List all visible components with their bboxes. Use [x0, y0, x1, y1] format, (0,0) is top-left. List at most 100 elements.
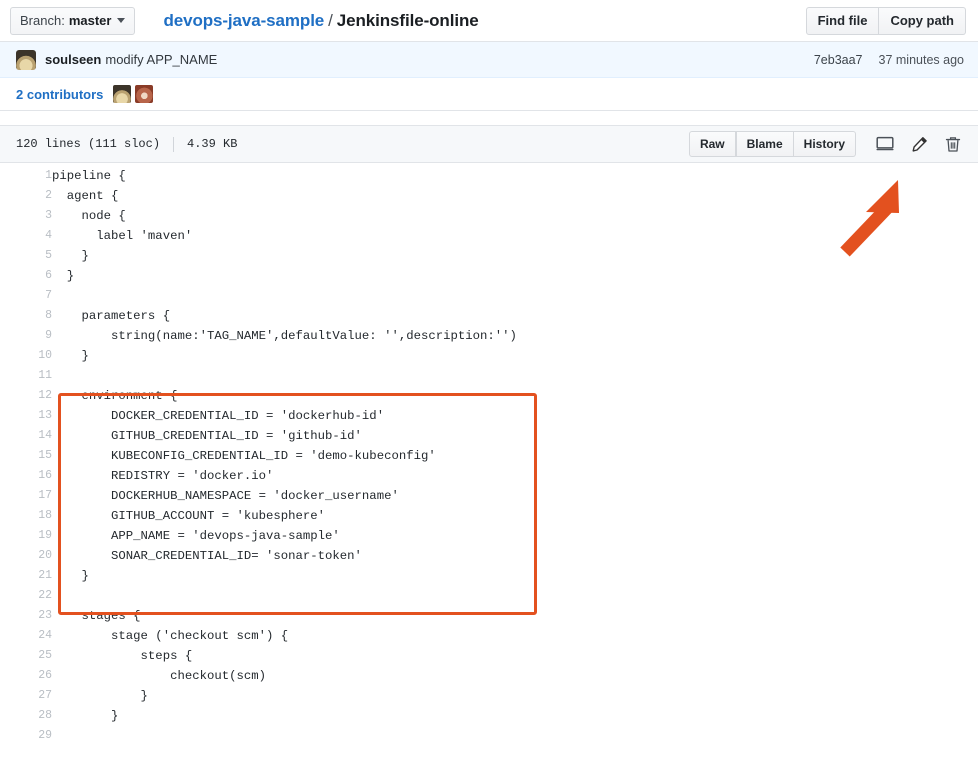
- contributors-bar: 2 contributors: [0, 78, 978, 111]
- line-content: [52, 286, 978, 306]
- line-content: agent {: [52, 189, 119, 203]
- commit-author-avatar[interactable]: [16, 49, 36, 70]
- branch-selector-button[interactable]: Branch: master: [10, 6, 136, 35]
- line-content: checkout(scm): [52, 669, 267, 683]
- breadcrumb-file-name: Jenkinsfile-online: [336, 10, 479, 30]
- code-line: 24 stage ('checkout scm') {: [0, 626, 978, 646]
- line-number[interactable]: 10: [0, 346, 52, 366]
- line-content: stages {: [52, 609, 141, 623]
- contributor-avatar-2[interactable]: [135, 85, 154, 103]
- code-line: 13 DOCKER_CREDENTIAL_ID = 'dockerhub-id': [0, 406, 978, 426]
- line-number[interactable]: 15: [0, 446, 52, 466]
- line-content: label 'maven': [52, 229, 193, 243]
- find-file-button[interactable]: Find file: [805, 6, 880, 35]
- line-number[interactable]: 6: [0, 266, 52, 286]
- code-table: 1 pipeline {2 agent {3 node {4 label 'mav…: [0, 166, 978, 746]
- line-number[interactable]: 24: [0, 626, 52, 646]
- line-number[interactable]: 21: [0, 566, 52, 586]
- line-number[interactable]: 19: [0, 526, 52, 546]
- commit-timestamp: 37 minutes ago: [878, 52, 964, 67]
- file-header-toolbar: 120 lines (111 sloc) 4.39 KB Raw Blame H…: [0, 125, 978, 163]
- topbar-button-group: Find file Copy path: [805, 6, 966, 35]
- line-number[interactable]: 2: [0, 186, 52, 206]
- trash-icon-button[interactable]: [938, 131, 968, 157]
- line-content: }: [52, 689, 148, 703]
- line-number[interactable]: 29: [0, 726, 52, 746]
- line-number[interactable]: 8: [0, 306, 52, 326]
- file-size: 4.39 KB: [187, 137, 238, 151]
- file-stats: 120 lines (111 sloc) 4.39 KB: [16, 136, 238, 152]
- code-line: 27 }: [0, 686, 978, 706]
- pencil-icon: [911, 136, 928, 153]
- latest-commit-bar: soulseen modify APP_NAME 7eb3aa7 37 minut…: [0, 42, 978, 78]
- line-number[interactable]: 14: [0, 426, 52, 446]
- code-line: 14 GITHUB_CREDENTIAL_ID = 'github-id': [0, 426, 978, 446]
- line-number[interactable]: 20: [0, 546, 52, 566]
- line-content: }: [52, 249, 89, 263]
- section-spacer: [0, 111, 978, 125]
- commit-meta: 7eb3aa7 37 minutes ago: [814, 53, 964, 67]
- line-number[interactable]: 23: [0, 606, 52, 626]
- blame-button[interactable]: Blame: [735, 131, 794, 157]
- commit-summary: soulseen modify APP_NAME: [45, 52, 217, 67]
- line-content: DOCKER_CREDENTIAL_ID = 'dockerhub-id': [52, 409, 385, 423]
- line-content: GITHUB_ACCOUNT = 'kubesphere': [52, 509, 326, 523]
- code-line: 9 string(name:'TAG_NAME',defaultValue: '…: [0, 326, 978, 346]
- code-line: 18 GITHUB_ACCOUNT = 'kubesphere': [0, 506, 978, 526]
- code-line: 19 APP_NAME = 'devops-java-sample': [0, 526, 978, 546]
- line-number[interactable]: 27: [0, 686, 52, 706]
- trash-icon: [945, 136, 961, 153]
- line-number[interactable]: 13: [0, 406, 52, 426]
- desktop-icon-button[interactable]: [870, 131, 900, 157]
- line-number[interactable]: 25: [0, 646, 52, 666]
- line-number[interactable]: 22: [0, 586, 52, 606]
- line-number[interactable]: 5: [0, 246, 52, 266]
- commit-sha[interactable]: 7eb3aa7: [814, 53, 863, 67]
- line-content: SONAR_CREDENTIAL_ID= 'sonar-token': [52, 549, 362, 563]
- copy-path-button[interactable]: Copy path: [879, 6, 966, 35]
- line-content: KUBECONFIG_CREDENTIAL_ID = 'demo-kubecon…: [52, 449, 436, 463]
- line-number[interactable]: 3: [0, 206, 52, 226]
- line-number[interactable]: 28: [0, 706, 52, 726]
- breadcrumb-repo-link[interactable]: devops-java-sample: [163, 11, 324, 30]
- line-content: [52, 586, 978, 606]
- line-number[interactable]: 12: [0, 386, 52, 406]
- line-number[interactable]: 1: [0, 166, 52, 186]
- code-line: 23 stages {: [0, 606, 978, 626]
- branch-prefix-label: Branch:: [20, 13, 65, 28]
- code-line: 29: [0, 726, 978, 746]
- pencil-icon-button[interactable]: [904, 131, 934, 157]
- code-line: 20 SONAR_CREDENTIAL_ID= 'sonar-token': [0, 546, 978, 566]
- code-line: 6 }: [0, 266, 978, 286]
- code-line: 15 KUBECONFIG_CREDENTIAL_ID = 'demo-kube…: [0, 446, 978, 466]
- file-line-count: 120 lines (111 sloc): [16, 137, 161, 151]
- line-number[interactable]: 7: [0, 286, 52, 306]
- line-content: }: [52, 709, 119, 723]
- branch-name-label: master: [68, 13, 112, 28]
- line-content: REDISTRY = 'docker.io': [52, 469, 274, 483]
- contributor-avatar-1[interactable]: [113, 85, 132, 103]
- line-number[interactable]: 11: [0, 366, 52, 386]
- code-line: 12 environment {: [0, 386, 978, 406]
- file-view-page: Branch: master devops-java-sample / Jenkin…: [0, 0, 978, 769]
- code-line: 22: [0, 586, 978, 606]
- line-number[interactable]: 4: [0, 226, 52, 246]
- line-content: pipeline {: [52, 169, 126, 183]
- line-number[interactable]: 16: [0, 466, 52, 486]
- contributor-avatars: [113, 85, 154, 103]
- contributors-link[interactable]: 2 contributors: [16, 87, 103, 102]
- line-number[interactable]: 9: [0, 326, 52, 346]
- code-line: 21 }: [0, 566, 978, 586]
- raw-button[interactable]: Raw: [688, 131, 736, 157]
- breadcrumb-separator: /: [328, 10, 333, 30]
- line-content: environment {: [52, 389, 178, 403]
- file-content: 1 pipeline {2 agent {3 node {4 label 'mav…: [0, 163, 978, 746]
- line-number[interactable]: 26: [0, 666, 52, 686]
- line-number[interactable]: 18: [0, 506, 52, 526]
- line-number[interactable]: 17: [0, 486, 52, 506]
- commit-author-name[interactable]: soulseen: [45, 52, 101, 67]
- history-button[interactable]: History: [793, 131, 856, 157]
- commit-message[interactable]: modify APP_NAME: [105, 52, 217, 67]
- code-line: 8 parameters {: [0, 306, 978, 326]
- code-line: 10 }: [0, 346, 978, 366]
